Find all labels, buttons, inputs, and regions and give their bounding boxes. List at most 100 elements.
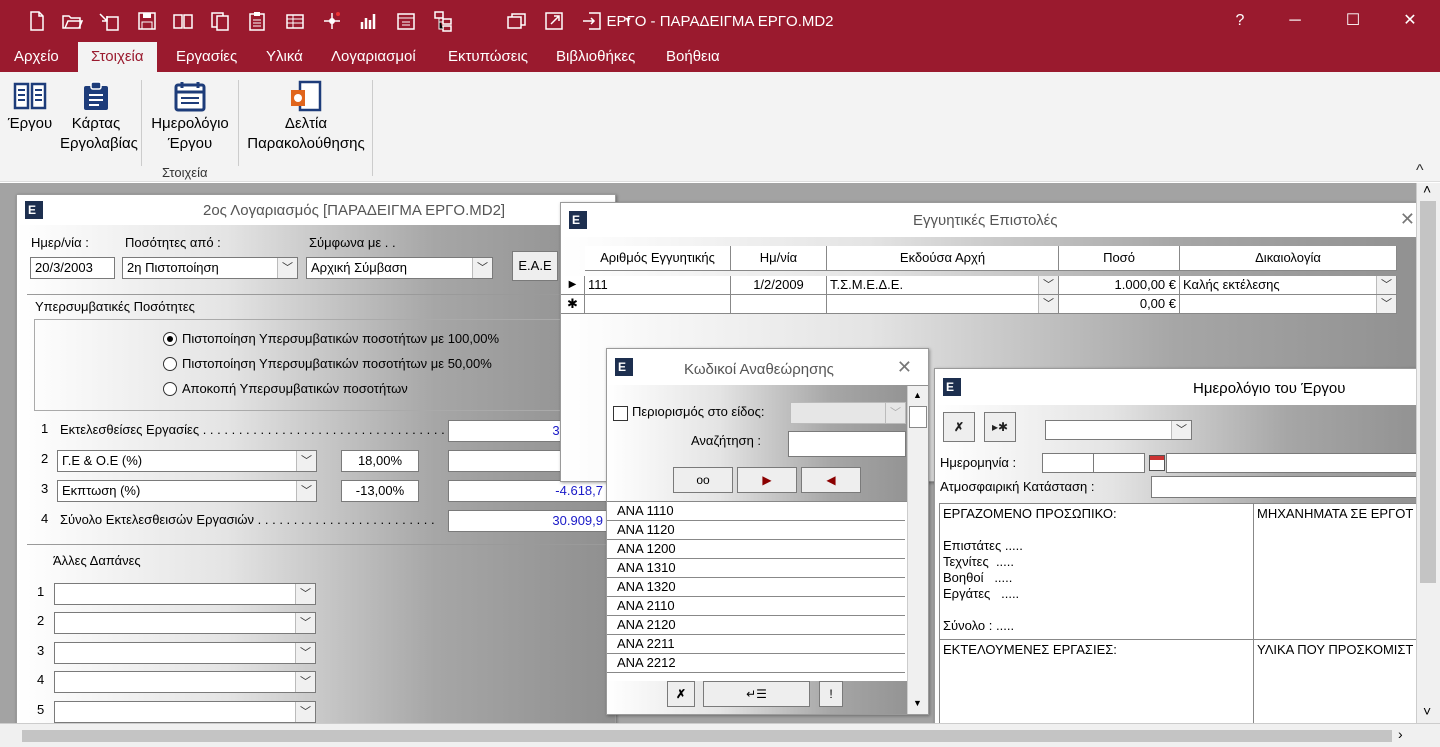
- column-header-issuer[interactable]: Εκδούσα Αρχή: [827, 246, 1059, 271]
- ribbon-project-button[interactable]: Έργου: [4, 80, 56, 134]
- new-row-selector[interactable]: ✱: [561, 295, 585, 314]
- list-item[interactable]: ΑΝΑ 1120: [607, 521, 905, 540]
- ribbon-project-diary-button[interactable]: Ημερολόγιο Έργου: [146, 80, 234, 154]
- entry-select[interactable]: ﹀: [1045, 420, 1192, 440]
- previous-button[interactable]: ◀: [801, 467, 861, 493]
- menu-accounts[interactable]: Λογαριασμοί: [331, 48, 416, 65]
- scroll-thumb[interactable]: [909, 406, 927, 428]
- guarantee-issuer-cell[interactable]: ﹀: [827, 295, 1059, 314]
- machinery-textarea[interactable]: ΜΗΧΑΝΗΜΑΤΑ ΣΕ ΕΡΓΟΤ: [1253, 503, 1440, 640]
- menu-prints[interactable]: Εκτυπώσεις: [448, 48, 528, 65]
- search-input[interactable]: [788, 431, 906, 457]
- guarantee-date-cell[interactable]: 1/2/2009: [731, 276, 827, 295]
- radio-certify-100[interactable]: [163, 332, 177, 346]
- maximize-button[interactable]: ☐: [1338, 8, 1368, 34]
- according-to-select[interactable]: Αρχική Σύμβαση ﹀: [306, 257, 493, 279]
- overhead-percent-field[interactable]: 18,00%: [341, 450, 419, 472]
- find-button[interactable]: ᴏᴏ: [673, 467, 733, 493]
- revision-scrollbar[interactable]: ▲ ▼: [907, 386, 928, 714]
- guarantee-reason-cell[interactable]: ﹀: [1180, 295, 1397, 314]
- ribbon-contract-card-button[interactable]: Κάρτας Εργολαβίας: [60, 80, 138, 154]
- chevron-down-icon[interactable]: ﹀: [295, 584, 315, 604]
- menu-help[interactable]: Βοήθεια: [666, 48, 720, 65]
- minimize-button[interactable]: ─: [1280, 8, 1310, 34]
- chevron-down-icon[interactable]: ﹀: [295, 702, 315, 722]
- diary-extra-field[interactable]: [1166, 453, 1440, 473]
- menu-materials[interactable]: Υλικά: [266, 48, 303, 65]
- guarantee-number-cell[interactable]: [585, 295, 731, 314]
- chevron-down-icon[interactable]: ﹀: [1376, 276, 1396, 294]
- scroll-thumb[interactable]: [1420, 201, 1436, 583]
- guarantee-reason-cell[interactable]: Καλής εκτέλεσης ﹀: [1180, 276, 1397, 295]
- close-button[interactable]: ✕: [1395, 8, 1425, 34]
- diary-date-day-field[interactable]: [1042, 453, 1094, 473]
- ribbon-monitoring-reports-button[interactable]: Δελτία Παρακολούθησης: [243, 80, 369, 154]
- list-item[interactable]: ΑΝΑ 1110: [607, 502, 905, 521]
- scroll-down-icon[interactable]: ▼: [913, 698, 922, 708]
- menu-data[interactable]: Στοιχεία: [78, 42, 157, 72]
- guarantee-number-cell[interactable]: 111: [585, 276, 731, 295]
- eae-button[interactable]: Ε.Α.Ε: [512, 251, 558, 281]
- quantities-from-select[interactable]: 2η Πιστοποίηση ﹀: [122, 257, 298, 279]
- menu-libraries[interactable]: Βιβλιοθήκες: [556, 48, 635, 65]
- scroll-thumb[interactable]: [22, 730, 1392, 742]
- chevron-down-icon[interactable]: ﹀: [277, 258, 297, 278]
- restrict-select[interactable]: ﹀: [790, 402, 906, 424]
- chevron-down-icon[interactable]: ﹀: [1376, 295, 1396, 313]
- chevron-down-icon[interactable]: ﹀: [296, 451, 316, 471]
- list-item[interactable]: ΑΝΑ 2212: [607, 654, 905, 673]
- discount-percent-field[interactable]: -13,00%: [341, 480, 419, 502]
- insert-button[interactable]: ↵☰: [703, 681, 810, 707]
- executed-total-value[interactable]: 30.909,9: [448, 510, 608, 532]
- cancel-button[interactable]: ✗: [667, 681, 695, 707]
- guarantee-amount-cell[interactable]: 1.000,00 €: [1059, 276, 1180, 295]
- close-icon[interactable]: ✕: [897, 357, 912, 378]
- ribbon-collapse-button[interactable]: ^: [1416, 162, 1424, 180]
- next-button[interactable]: ▶: [737, 467, 797, 493]
- radio-cutoff[interactable]: [163, 382, 177, 396]
- menu-file[interactable]: Αρχείο: [14, 48, 59, 65]
- expense-select[interactable]: ﹀: [54, 671, 316, 693]
- chevron-down-icon[interactable]: ﹀: [1171, 421, 1191, 439]
- discount-value[interactable]: -4.618,7: [448, 480, 608, 502]
- diary-date-field[interactable]: [1093, 453, 1145, 473]
- column-header-number[interactable]: Αριθμός Εγγυητικής: [585, 246, 731, 271]
- list-item[interactable]: ΑΝΑ 2211: [607, 635, 905, 654]
- scroll-right-icon[interactable]: ›: [1398, 726, 1403, 742]
- row-selector[interactable]: ▶: [561, 276, 585, 295]
- workspace-horizontal-scrollbar[interactable]: ›: [0, 723, 1440, 747]
- discount-select[interactable]: Εκπτωση (%) ﹀: [57, 480, 317, 502]
- date-field[interactable]: 20/3/2003: [30, 257, 115, 279]
- expense-select[interactable]: ﹀: [54, 583, 316, 605]
- guarantee-date-cell[interactable]: [731, 295, 827, 314]
- column-header-amount[interactable]: Ποσό: [1059, 246, 1180, 271]
- list-item[interactable]: ΑΝΑ 1320: [607, 578, 905, 597]
- weather-field[interactable]: [1151, 476, 1440, 498]
- expense-select[interactable]: ﹀: [54, 701, 316, 723]
- chevron-down-icon[interactable]: ﹀: [1038, 276, 1058, 294]
- close-icon[interactable]: ✕: [1400, 209, 1415, 230]
- radio-certify-50[interactable]: [163, 357, 177, 371]
- menu-tasks[interactable]: Εργασίες: [176, 48, 237, 65]
- guarantee-issuer-cell[interactable]: Τ.Σ.Μ.Ε.Δ.Ε. ﹀: [827, 276, 1059, 295]
- expense-select[interactable]: ﹀: [54, 612, 316, 634]
- expense-select[interactable]: ﹀: [54, 642, 316, 664]
- column-header-reason[interactable]: Δικαιολογία: [1180, 246, 1397, 271]
- chevron-down-icon[interactable]: ﹀: [295, 672, 315, 692]
- chevron-down-icon[interactable]: ﹀: [295, 643, 315, 663]
- guarantee-amount-cell[interactable]: 0,00 €: [1059, 295, 1180, 314]
- scroll-down-icon[interactable]: ˅: [1423, 703, 1431, 719]
- scroll-up-icon[interactable]: ▲: [913, 390, 922, 400]
- chevron-down-icon[interactable]: ﹀: [296, 481, 316, 501]
- list-item[interactable]: ΑΝΑ 1310: [607, 559, 905, 578]
- list-item[interactable]: ΑΝΑ 1200: [607, 540, 905, 559]
- scroll-up-icon[interactable]: ˄: [1423, 183, 1431, 197]
- info-button[interactable]: !: [819, 681, 843, 707]
- list-item[interactable]: ΑΝΑ 2110: [607, 597, 905, 616]
- chevron-down-icon[interactable]: ﹀: [1038, 295, 1058, 313]
- calendar-picker-icon[interactable]: [1149, 455, 1165, 471]
- column-header-date[interactable]: Ημ/νία: [731, 246, 827, 271]
- help-button[interactable]: ?: [1225, 8, 1255, 34]
- restrict-checkbox[interactable]: [613, 406, 628, 421]
- delete-entry-button[interactable]: ✗: [943, 412, 975, 442]
